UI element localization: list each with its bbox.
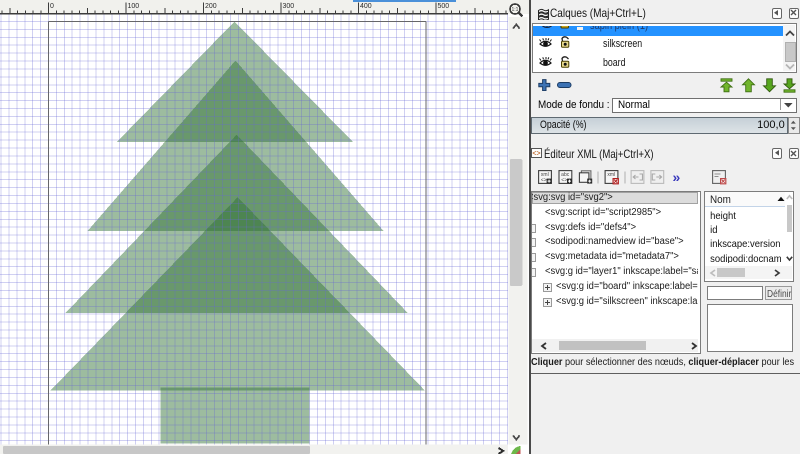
- svg-text:300: 300: [283, 3, 295, 10]
- svg-text:200: 200: [205, 3, 217, 10]
- svg-text:xml: xml: [607, 172, 615, 178]
- svg-text:100: 100: [128, 3, 140, 10]
- svg-text:0: 0: [50, 3, 54, 10]
- svg-text:<>: <>: [533, 151, 541, 158]
- svg-text:500: 500: [438, 3, 450, 10]
- svg-text:1:1: 1:1: [512, 7, 519, 13]
- svg-text:<>: <>: [561, 177, 567, 183]
- svg-text:400: 400: [360, 3, 372, 10]
- svg-text:<>: <>: [541, 177, 547, 183]
